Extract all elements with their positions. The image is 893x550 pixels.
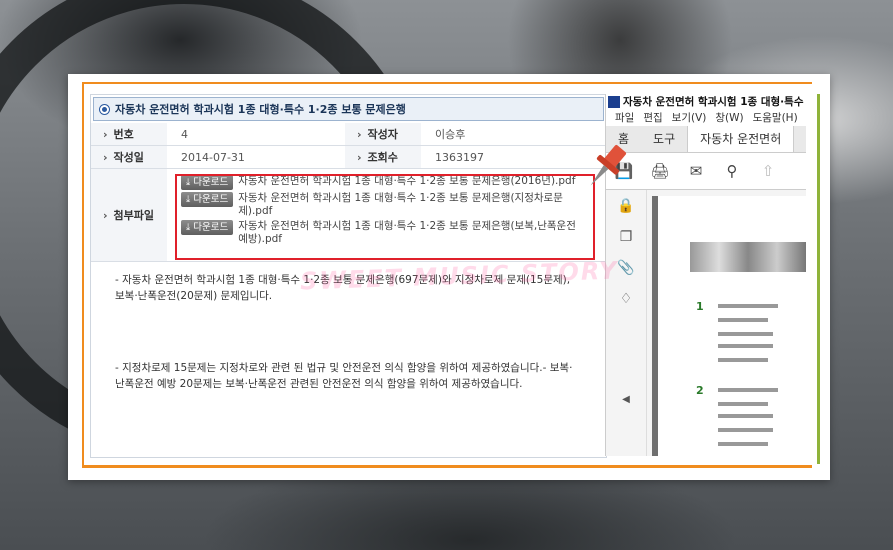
print-icon[interactable]: 🖨	[642, 162, 678, 180]
attachments-highlight-box	[175, 174, 595, 260]
pdf-sidebar: 🔒 ❐ 📎 ♢ ◀	[606, 190, 647, 456]
number-label: 번호	[91, 123, 167, 145]
menu-file[interactable]: 파일	[615, 110, 634, 125]
date-value: 2014-07-31	[181, 150, 245, 164]
layers-icon[interactable]: ♢	[606, 283, 646, 314]
pdf-tabbar: 홈 도구 자동차 운전면허	[606, 126, 806, 153]
pdf-viewer-window: 자동차 운전면허 학과시험 1종 대형·특수 파일 편집 보기(V) 창(W) …	[605, 94, 806, 456]
pdf-titlebar: 자동차 운전면허 학과시험 1종 대형·특수	[606, 94, 806, 109]
menu-edit[interactable]: 편집	[643, 110, 662, 125]
page-up-icon[interactable]: ⇧	[750, 162, 786, 180]
question-number: 1	[696, 300, 704, 313]
pdf-page-preview: 1 2	[652, 196, 806, 456]
info-row-number: 번호 4 작성자 이승후	[91, 123, 606, 146]
menu-view[interactable]: 보기(V)	[672, 110, 707, 125]
post-title: 자동차 운전면허 학과시험 1종 대형·특수 1·2종 보통 문제은행	[115, 103, 406, 116]
post-title-bar: 자동차 운전면허 학과시험 1종 대형·특수 1·2종 보통 문제은행	[93, 97, 604, 121]
attachments-label: 첨부파일	[91, 169, 167, 261]
pdf-app-icon	[608, 95, 620, 108]
info-row-date: 작성일 2014-07-31 조회수 1363197	[91, 146, 606, 169]
content-paragraph: - 지정차로제 15문제는 지정차로와 관련 된 법규 및 안전운전 의식 함양…	[115, 362, 573, 390]
menu-window[interactable]: 창(W)	[715, 110, 743, 125]
search-icon[interactable]: ⚲	[714, 162, 750, 180]
collapse-arrow-icon[interactable]: ◀	[606, 384, 646, 415]
pdf-toolbar: 💾 🖨 ✉ ⚲ ⇧	[606, 153, 806, 190]
bullet-icon	[100, 104, 109, 114]
date-label: 작성일	[91, 146, 167, 168]
pdf-menubar: 파일 편집 보기(V) 창(W) 도움말(H)	[606, 109, 806, 126]
pdf-title: 자동차 운전면허 학과시험 1종 대형·특수	[623, 96, 804, 108]
number-value: 4	[181, 127, 188, 141]
attachments-row: 첨부파일 ⤓ 다운로드 자동차 운전면허 학과시험 1종 대형·특수 1·2종 …	[91, 169, 606, 262]
mail-icon[interactable]: ✉	[678, 162, 714, 180]
pushpin-icon	[590, 145, 627, 186]
author-label: 작성자	[345, 123, 421, 145]
menu-help[interactable]: 도움말(H)	[753, 110, 798, 125]
views-value: 1363197	[435, 150, 484, 164]
tab-document[interactable]: 자동차 운전면허	[687, 126, 795, 152]
pages-icon[interactable]: ❐	[606, 221, 646, 252]
tab-tools[interactable]: 도구	[641, 126, 687, 152]
document-photo-strip	[690, 242, 806, 272]
author-value: 이승후	[435, 128, 466, 141]
question-number: 2	[696, 384, 704, 397]
views-label: 조회수	[345, 146, 421, 168]
